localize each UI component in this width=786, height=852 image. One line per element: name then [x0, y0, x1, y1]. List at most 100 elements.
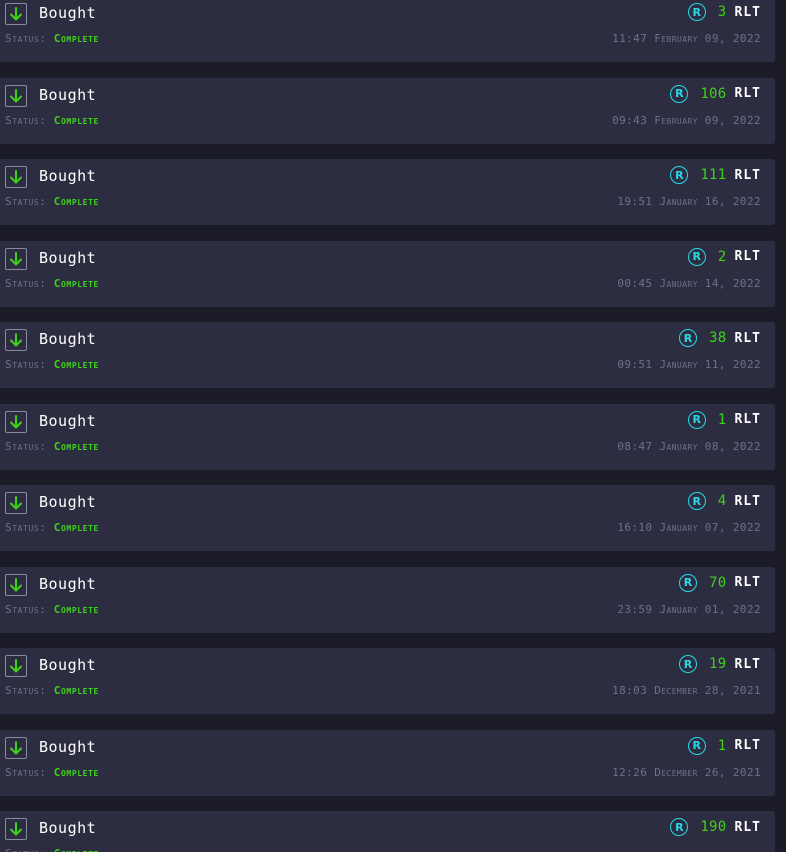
- transaction-card: Bought Status: Complete R 106 RLT 09:43 …: [0, 77, 775, 144]
- transaction-amount: 111: [700, 167, 727, 183]
- status-label: Status:: [5, 847, 47, 852]
- transaction-type: Bought: [39, 574, 97, 593]
- download-arrow-icon: [5, 247, 27, 270]
- coin-glyph: R: [692, 739, 702, 752]
- status-label: Status:: [5, 32, 47, 45]
- coin-glyph: R: [675, 87, 684, 100]
- transaction-datetime: 11:47 February 09, 2022: [612, 32, 761, 45]
- transaction-status: Status: Complete: [5, 766, 99, 780]
- transaction-currency: RLT: [734, 819, 761, 835]
- transaction-currency: RLT: [734, 738, 761, 753]
- transaction-amount: 19: [709, 656, 727, 672]
- coin-glyph: R: [692, 5, 702, 19]
- transaction-datetime: 08:47 January 08, 2022: [617, 439, 761, 453]
- rlt-coin-icon: R: [687, 247, 706, 266]
- transaction-currency: RLT: [734, 4, 761, 20]
- transaction-currency: RLT: [734, 656, 761, 672]
- transaction-status: Status: Complete: [5, 440, 99, 454]
- transaction-amount-row: R 1 RLT: [687, 735, 761, 757]
- rlt-coin-icon: R: [687, 3, 706, 21]
- download-arrow-icon: [5, 410, 27, 433]
- rlt-coin-icon: R: [687, 736, 706, 755]
- transaction-type: Bought: [39, 819, 97, 837]
- transaction-amount: 2: [717, 248, 727, 265]
- status-value: Complete: [53, 602, 99, 616]
- download-arrow-icon: [5, 492, 27, 514]
- transaction-currency: RLT: [734, 330, 761, 346]
- transaction-status: Status: Complete: [5, 847, 99, 852]
- transaction-status: Status: Complete: [5, 358, 99, 372]
- transaction-datetime: 18:03 December 28, 2021: [612, 684, 761, 697]
- download-arrow-icon: [5, 818, 27, 840]
- coin-glyph: R: [692, 250, 702, 263]
- status-value: Complete: [53, 113, 99, 127]
- transaction-card: Bought Status: Complete R 4 RLT 16:10 Ja…: [0, 485, 775, 551]
- transaction-amount-row: R 190 RLT: [670, 816, 761, 838]
- status-value: Complete: [53, 439, 99, 453]
- transaction-status: Status: Complete: [5, 684, 99, 698]
- coin-glyph: R: [692, 413, 702, 426]
- transaction-currency: RLT: [734, 493, 761, 509]
- transaction-amount-row: R 1 RLT: [687, 409, 761, 431]
- status-label: Status:: [5, 358, 47, 371]
- transaction-type: Bought: [39, 330, 97, 348]
- rlt-coin-icon: R: [679, 655, 698, 673]
- transaction-currency: RLT: [734, 575, 761, 590]
- transaction-type: Bought: [39, 411, 97, 430]
- coin-glyph: R: [683, 331, 693, 345]
- status-value: Complete: [53, 765, 99, 779]
- transaction-datetime: 00:45 January 14, 2022: [617, 276, 761, 290]
- status-label: Status:: [5, 439, 47, 453]
- status-label: Status:: [5, 684, 47, 697]
- transaction-status: Status: Complete: [5, 277, 99, 291]
- transaction-datetime: 09:43 February 09, 2022: [612, 113, 761, 127]
- download-arrow-icon: [5, 329, 27, 351]
- status-label: Status:: [5, 765, 47, 779]
- transaction-amount: 106: [700, 85, 727, 102]
- status-value: Complete: [53, 195, 99, 208]
- transaction-currency: RLT: [734, 167, 761, 183]
- transaction-status: Status: Complete: [5, 603, 99, 617]
- download-arrow-icon: [5, 3, 27, 25]
- rlt-coin-icon: R: [687, 492, 706, 510]
- download-arrow-icon: [5, 655, 27, 677]
- transaction-status: Status: Complete: [5, 521, 99, 535]
- transaction-type: Bought: [39, 656, 97, 674]
- rlt-coin-icon: R: [679, 329, 698, 347]
- download-arrow-icon: [5, 736, 27, 759]
- transaction-datetime: 09:51 January 11, 2022: [617, 358, 761, 371]
- rlt-coin-icon: R: [670, 818, 689, 836]
- transaction-amount-row: R 38 RLT: [679, 327, 761, 349]
- transaction-amount-row: R 106 RLT: [670, 83, 761, 105]
- transaction-card: Bought Status: Complete R 38 RLT 09:51 J…: [0, 322, 775, 388]
- transaction-datetime: 12:26 December 26, 2021: [612, 765, 761, 779]
- transaction-type: Bought: [39, 737, 97, 756]
- transaction-type: Bought: [39, 4, 97, 22]
- transaction-card: Bought Status: Complete R 111 RLT 19:51 …: [0, 159, 775, 225]
- transaction-currency: RLT: [734, 249, 761, 264]
- transaction-amount: 1: [717, 737, 727, 754]
- transaction-type: Bought: [39, 248, 97, 267]
- coin-glyph: R: [692, 494, 702, 508]
- transaction-amount: 70: [709, 574, 727, 591]
- transaction-datetime: 16:10 January 07, 2022: [617, 521, 761, 534]
- transaction-card: Bought Status: Complete R 70 RLT 23:59 J…: [0, 566, 775, 633]
- transaction-currency: RLT: [734, 86, 761, 101]
- status-value: Complete: [53, 358, 99, 371]
- status-label: Status:: [5, 602, 47, 616]
- download-arrow-icon: [5, 166, 27, 188]
- transaction-card: Bought Status: Complete R 1 RLT 12:26 De…: [0, 729, 775, 796]
- transaction-type: Bought: [39, 85, 97, 104]
- coin-glyph: R: [683, 576, 693, 589]
- transaction-amount-row: R 111 RLT: [670, 164, 761, 186]
- coin-glyph: R: [683, 657, 693, 671]
- rlt-coin-icon: R: [687, 410, 706, 429]
- status-value: Complete: [54, 847, 99, 852]
- transaction-status: Status: Complete: [5, 114, 99, 128]
- status-label: Status:: [5, 195, 47, 208]
- transaction-amount: 4: [717, 493, 727, 509]
- rlt-coin-icon: R: [679, 573, 698, 592]
- coin-glyph: R: [675, 820, 684, 834]
- transaction-amount: 3: [717, 4, 727, 20]
- transaction-type: Bought: [39, 493, 97, 511]
